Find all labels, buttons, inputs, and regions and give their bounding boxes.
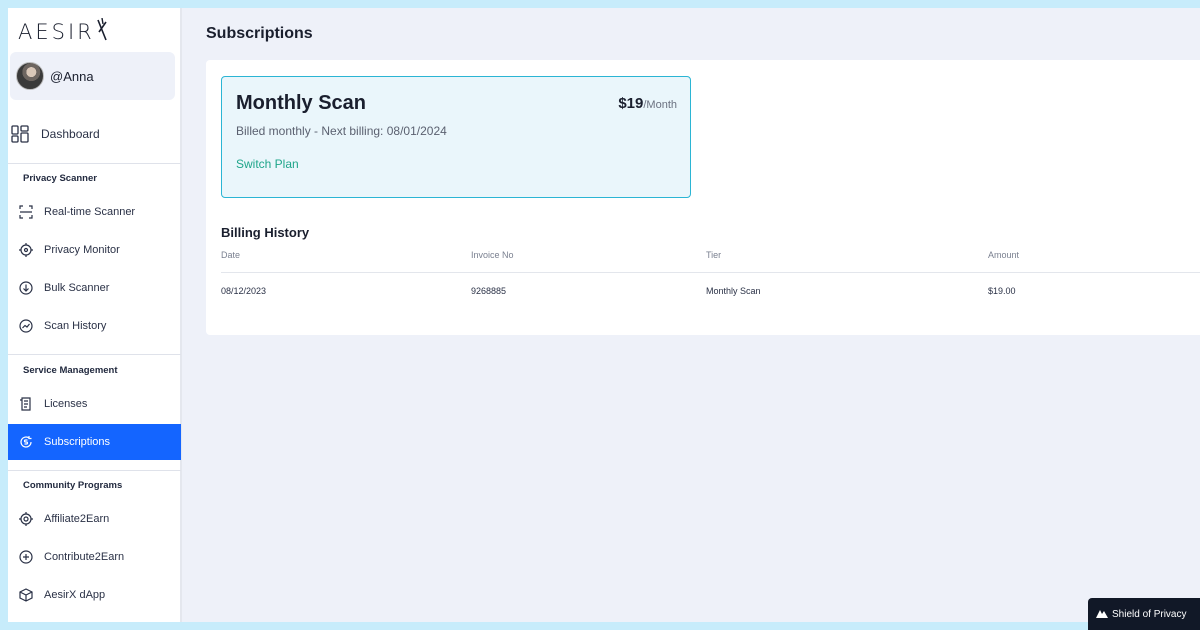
- page-title: Subscriptions: [206, 25, 313, 42]
- sidebar-item-real-time-scanner[interactable]: Real-time Scanner: [8, 194, 181, 230]
- plan-price: $19/Month: [618, 95, 677, 112]
- switch-plan-link[interactable]: Switch Plan: [236, 157, 299, 171]
- plan-price-period: /Month: [643, 99, 677, 111]
- badge-label: Shield of Privacy: [1112, 608, 1187, 620]
- dashboard-grid-icon: [11, 125, 29, 143]
- sidebar-item-label: Subscriptions: [44, 436, 111, 448]
- divider: [8, 163, 181, 164]
- affiliate-icon: [18, 511, 34, 527]
- sidebar-item-label: Affiliate2Earn: [44, 513, 110, 525]
- cell-date: 08/12/2023: [221, 286, 267, 296]
- sidebar-item-privacy-monitor[interactable]: Privacy Monitor: [8, 232, 181, 268]
- sidebar-item-subscriptions[interactable]: Subscriptions: [8, 424, 181, 460]
- sidebar-item-licenses[interactable]: Licenses: [8, 386, 181, 422]
- column-header-amount: Amount: [988, 250, 1020, 260]
- current-plan-card: Monthly Scan $19/Month Billed monthly - …: [221, 76, 691, 198]
- cell-invoice-no: 9268885: [471, 286, 507, 296]
- column-header-date: Date: [221, 250, 241, 260]
- sidebar-item-aesirx-dapp[interactable]: AesirX dApp: [8, 577, 181, 613]
- logo-text: AESIR: [18, 20, 95, 44]
- cell-tier: Monthly Scan: [706, 286, 761, 296]
- sidebar-item-dashboard[interactable]: Dashboard: [8, 116, 181, 152]
- divider: [8, 470, 181, 471]
- subscription-content-card: Monthly Scan $19/Month Billed monthly - …: [206, 60, 1200, 335]
- app-frame: AESIR @Anna Dashboard Privacy Scanner Re…: [8, 8, 1200, 622]
- user-profile-card[interactable]: @Anna: [10, 52, 175, 100]
- document-icon: [18, 396, 34, 412]
- scan-icon: [18, 204, 34, 220]
- history-icon: [18, 318, 34, 334]
- target-icon: [18, 242, 34, 258]
- plan-billing-info: Billed monthly - Next billing: 08/01/202…: [236, 124, 447, 138]
- shield-logo-icon: [1096, 608, 1108, 621]
- sidebar: AESIR @Anna Dashboard Privacy Scanner Re…: [8, 8, 182, 622]
- plan-price-amount: $19: [618, 95, 644, 112]
- username: @Anna: [50, 68, 94, 84]
- sidebar-item-scan-history[interactable]: Scan History: [8, 308, 181, 344]
- column-header-tier: Tier: [706, 250, 722, 260]
- column-header-invoice-no: Invoice No: [471, 250, 514, 260]
- sidebar-item-label: AesirX dApp: [44, 589, 106, 601]
- section-title-community-programs: Community Programs: [23, 480, 123, 491]
- sidebar-item-label: Dashboard: [41, 127, 100, 141]
- sidebar-item-label: Licenses: [44, 398, 88, 410]
- plan-name: Monthly Scan: [236, 92, 367, 114]
- sidebar-item-affiliate2earn[interactable]: Affiliate2Earn: [8, 501, 181, 537]
- sidebar-item-label: Real-time Scanner: [44, 206, 136, 218]
- cell-amount: $19.00: [988, 286, 1016, 296]
- sidebar-item-label: Scan History: [44, 320, 107, 332]
- section-title-privacy-scanner: Privacy Scanner: [23, 173, 97, 184]
- sidebar-item-label: Bulk Scanner: [44, 282, 110, 294]
- sidebar-item-contribute2earn[interactable]: Contribute2Earn: [8, 539, 181, 575]
- shield-of-privacy-badge[interactable]: Shield of Privacy: [1088, 598, 1200, 630]
- sidebar-item-label: Contribute2Earn: [44, 551, 125, 563]
- logo-x-mark-icon: [96, 18, 108, 44]
- divider: [8, 354, 181, 355]
- avatar: [16, 62, 44, 90]
- sidebar-item-label: Privacy Monitor: [44, 244, 120, 256]
- sidebar-item-bulk-scanner[interactable]: Bulk Scanner: [8, 270, 181, 306]
- cube-icon: [18, 587, 34, 603]
- section-title-service-management: Service Management: [23, 365, 118, 376]
- billing-history-title: Billing History: [221, 225, 310, 240]
- download-circle-icon: [18, 280, 34, 296]
- subscription-icon: [18, 434, 34, 450]
- plus-circle-icon: [18, 549, 34, 565]
- aesirx-logo[interactable]: AESIR: [18, 18, 108, 46]
- table-header-divider: [221, 272, 1200, 273]
